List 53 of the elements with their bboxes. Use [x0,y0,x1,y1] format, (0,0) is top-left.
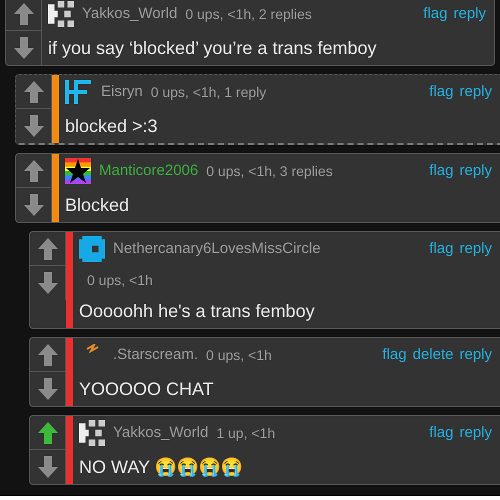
comment-text: if you say ‘blocked’ you’re a trans femboy [48,36,376,60]
action-link[interactable]: flag [429,80,454,104]
thread-bar [52,154,59,222]
username-link[interactable]: Manticore2006 [99,160,198,182]
pixel-avatar-icon [48,1,74,27]
bolt-icon [86,344,98,353]
down-arrow-icon [36,271,58,295]
up-arrow-icon [22,158,44,182]
comment-text: Ooooohh he's a trans femboy [79,300,315,323]
action-link[interactable]: flag [423,2,448,26]
action-link[interactable]: flag [429,238,454,260]
action-link[interactable]: flag [429,160,454,182]
comment-text: Blocked [65,194,130,216]
up-arrow-icon [22,80,44,104]
comment-text: YOOOOO CHAT [79,378,214,400]
action-link[interactable]: reply [453,2,486,26]
pixel-block-icon [79,236,105,262]
up-arrow-icon [36,420,58,444]
action-link[interactable]: reply [459,238,492,260]
thread-bar [66,416,73,484]
comment-text: NO WAY 😭😭😭😭 [79,456,243,479]
comment-meta: 1 up, <1h [216,424,276,443]
thread-bar [66,338,73,406]
username-link[interactable]: Nethercanary6LovesMissCircle [113,238,321,260]
action-link[interactable]: reply [459,344,492,366]
up-arrow-icon [12,2,34,26]
down-arrow-icon [36,377,58,401]
comment-meta: 0 ups, <1h, 1 reply [150,82,266,102]
username-link[interactable]: Yakkos_World [113,422,208,444]
username-link[interactable]: .Starscream. [113,344,198,366]
action-link[interactable]: reply [459,422,492,444]
action-link[interactable]: reply [459,80,492,104]
action-link[interactable]: delete [412,344,454,366]
down-arrow-icon [22,114,44,138]
up-arrow-icon [36,342,58,366]
comment-meta: 0 ups, <1h [206,346,272,365]
username-link[interactable]: Yakkos_World [82,2,178,26]
up-arrow-icon [36,236,58,260]
comment-text: blocked >:3 [65,114,158,138]
comment-meta: 0 ups, <1h, 3 replies [206,162,333,181]
action-link[interactable]: reply [459,160,492,182]
comment-meta: 0 ups, <1h, 2 replies [185,4,312,24]
action-link[interactable]: flag [382,344,407,366]
hf-logo-icon [65,78,93,106]
comment-meta: 0 ups, <1h [87,270,153,290]
thread-bar [52,75,59,143]
down-arrow-icon [36,455,58,479]
action-link[interactable]: flag [429,422,454,444]
pixel-avatar-icon [79,420,105,446]
down-arrow-icon [12,36,34,60]
username-link[interactable]: Eisryn [101,80,143,104]
down-arrow-icon [22,193,44,217]
rainbow-star-icon [65,158,91,184]
